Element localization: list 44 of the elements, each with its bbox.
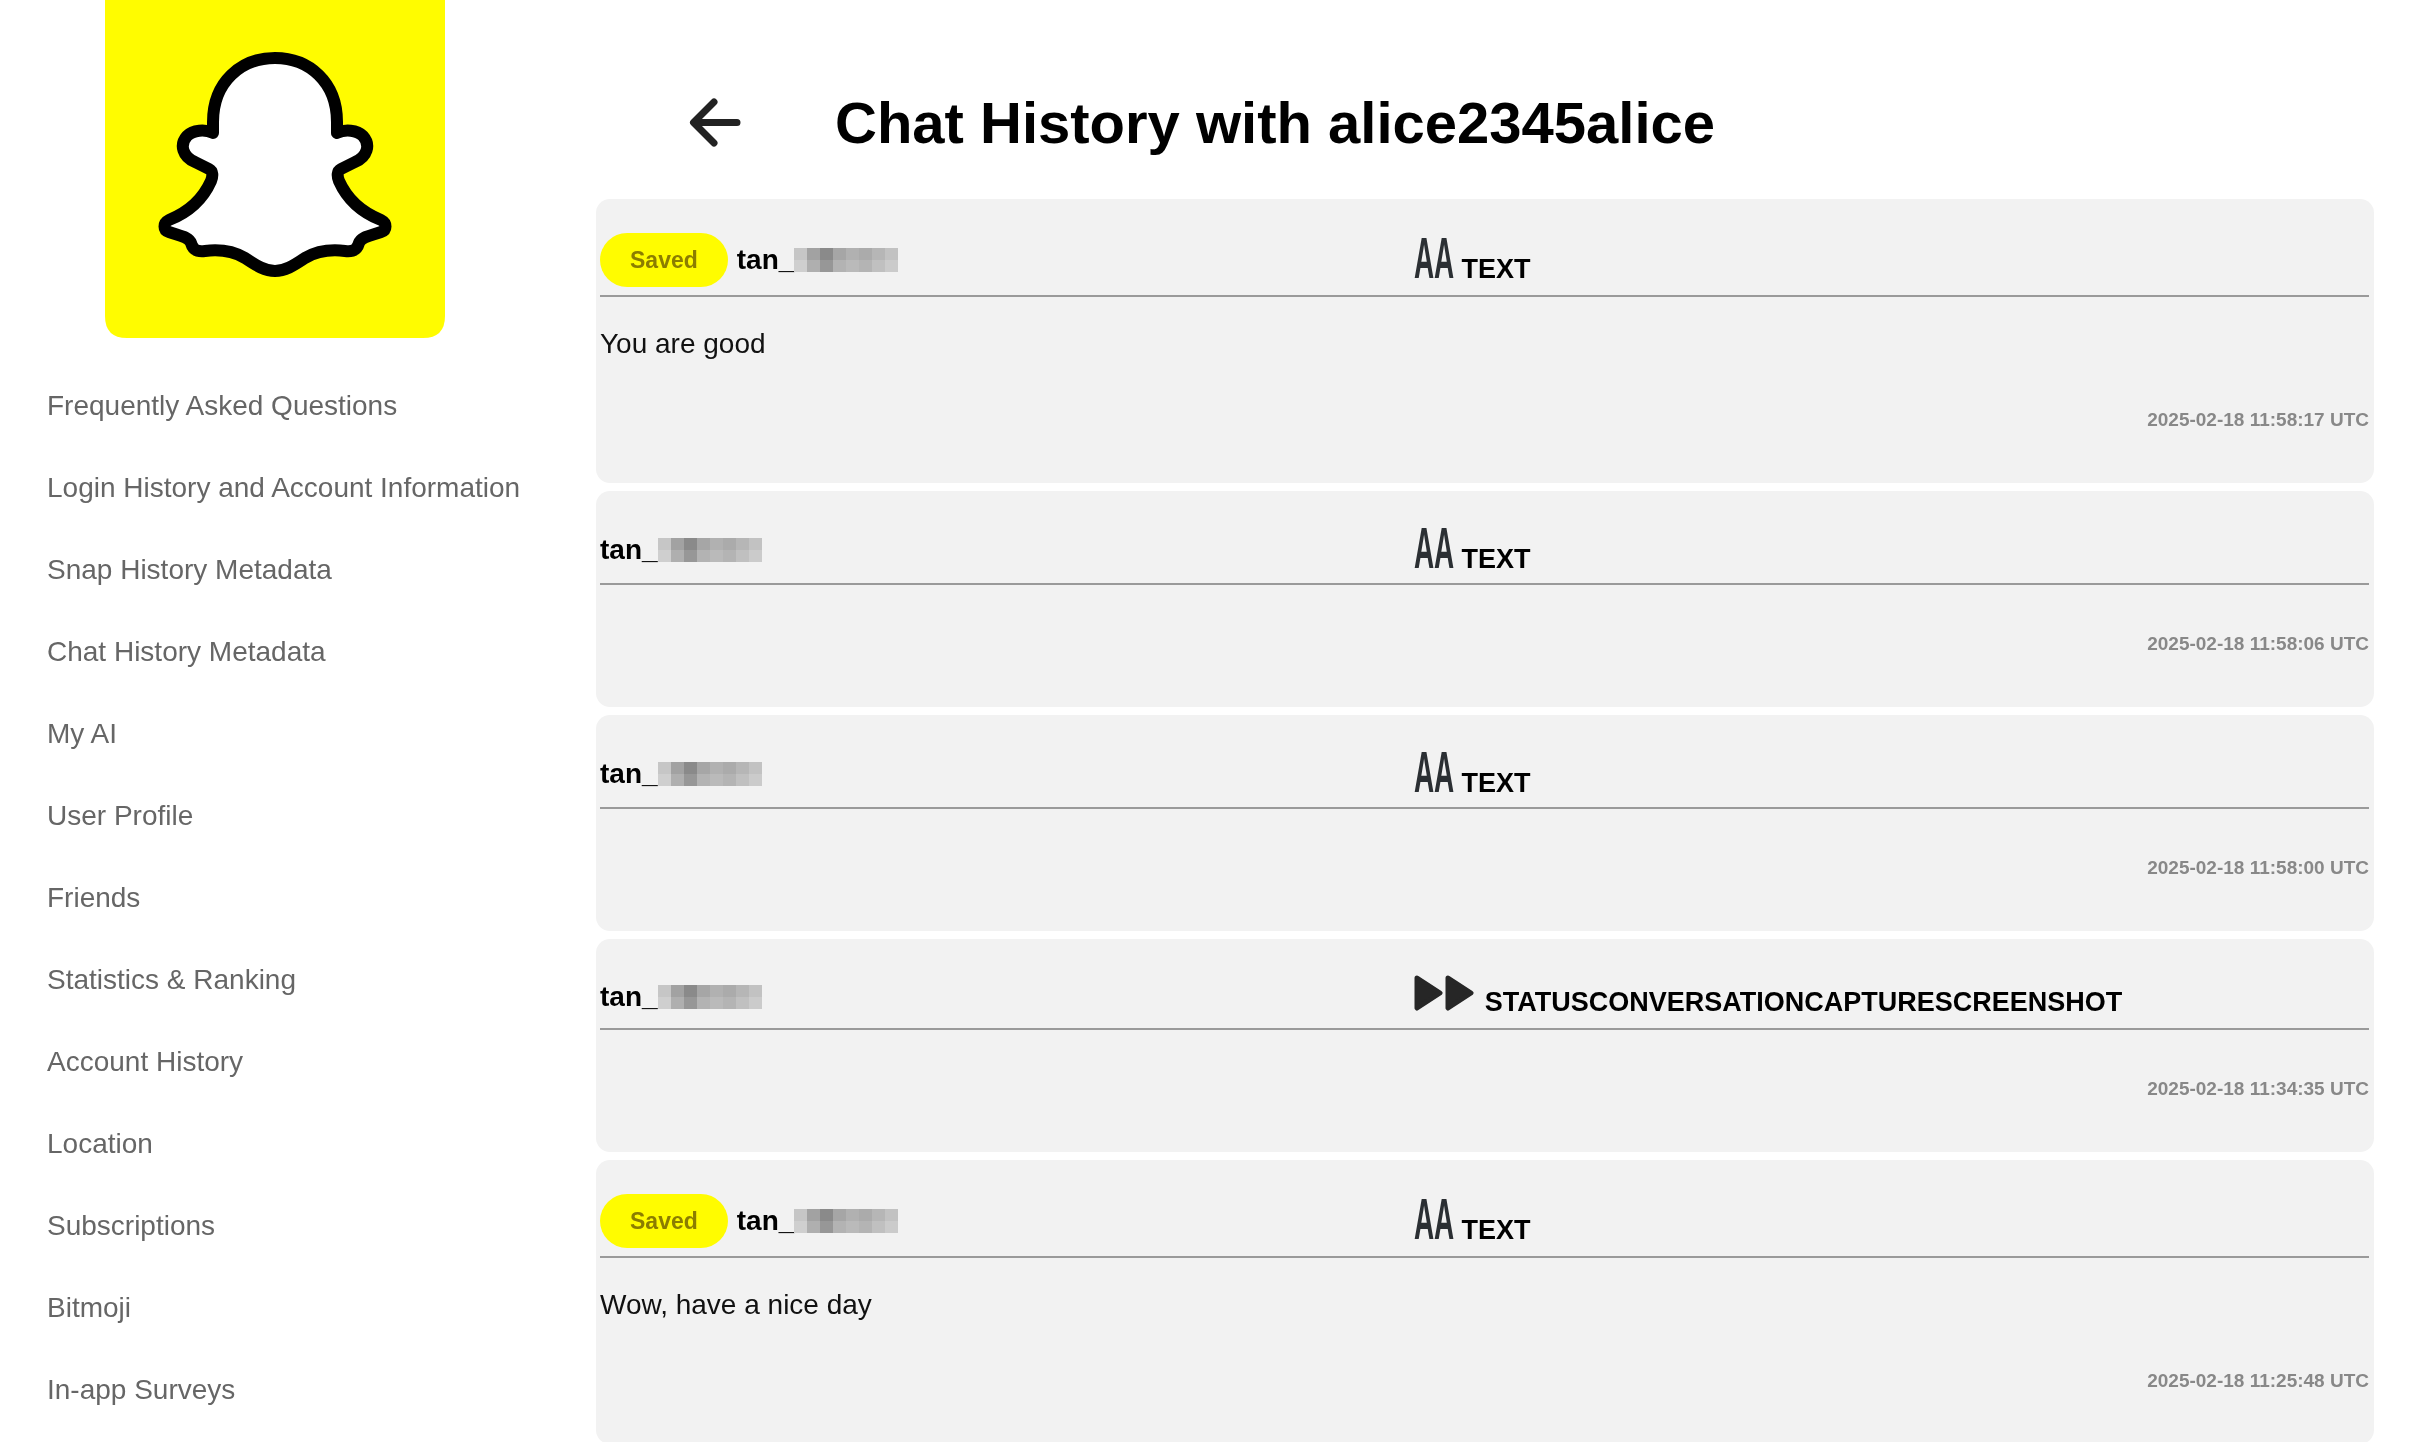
- sidebar-link[interactable]: Login History and Account Information: [47, 471, 521, 505]
- sender-name: tan_: [736, 243, 795, 277]
- sidebar-link[interactable]: Location: [47, 1127, 153, 1161]
- message-type-label: TEXT: [1461, 253, 1531, 285]
- text-type-icon: AA: [1413, 1196, 1454, 1242]
- pixel-mosaic-icon: [794, 248, 899, 272]
- sender-name: tan_: [600, 533, 658, 567]
- text-type-icon: AA: [1413, 525, 1454, 571]
- sidebar-link[interactable]: Subscriptions: [47, 1209, 216, 1243]
- page-title: Chat History with alice2345alice: [835, 89, 1716, 156]
- sender-name: tan_: [600, 757, 658, 791]
- message-type-label: STATUSCONVERSATIONCAPTURESCREENSHOT: [1484, 986, 2123, 1018]
- sidebar-link[interactable]: In-app Surveys: [47, 1373, 236, 1407]
- timestamp: 2025-02-18 11:25:48 UTC: [2147, 1369, 2369, 1392]
- timestamp: 2025-02-18 11:58:00 UTC: [2147, 856, 2369, 879]
- timestamp: 2025-02-18 11:58:06 UTC: [2147, 632, 2369, 655]
- text-type-icon: AA: [1413, 749, 1454, 795]
- sidebar-link[interactable]: Chat History Metadata: [47, 635, 326, 669]
- message-text: Wow, have a nice day: [600, 1288, 872, 1322]
- pixel-mosaic-icon: [657, 762, 762, 786]
- sidebar-link[interactable]: Statistics & Ranking: [47, 963, 296, 997]
- pixel-mosaic-icon: [657, 538, 762, 562]
- sidebar-link[interactable]: Frequently Asked Questions: [47, 389, 398, 423]
- message-text: You are good: [600, 327, 766, 361]
- sender-name: tan_: [600, 979, 658, 1014]
- pixel-mosaic-icon: [657, 984, 762, 1009]
- pixel-mosaic-icon: [794, 1209, 899, 1233]
- sidebar-link[interactable]: Bitmoji: [47, 1291, 131, 1325]
- sender-name: tan_: [736, 1204, 795, 1238]
- back-arrow-icon[interactable]: [687, 97, 741, 148]
- sidebar-link[interactable]: Friends: [47, 881, 141, 915]
- sidebar-link[interactable]: Snap History Metadata: [47, 553, 332, 587]
- sidebar-link[interactable]: My AI: [47, 717, 117, 751]
- message-type-label: TEXT: [1461, 1214, 1531, 1246]
- saved-badge: Saved: [600, 233, 728, 287]
- sidebar-link[interactable]: Account History: [47, 1045, 244, 1079]
- sidebar-link[interactable]: User Profile: [47, 799, 194, 833]
- text-type-icon: AA: [1413, 235, 1454, 281]
- message-type-label: TEXT: [1461, 767, 1531, 799]
- saved-badge: Saved: [600, 1194, 728, 1248]
- timestamp: 2025-02-18 11:58:17 UTC: [2147, 408, 2369, 431]
- timestamp: 2025-02-18 11:34:35 UTC: [2147, 1077, 2369, 1100]
- double-play-icon: [1413, 975, 1475, 1011]
- message-type-label: TEXT: [1461, 543, 1531, 575]
